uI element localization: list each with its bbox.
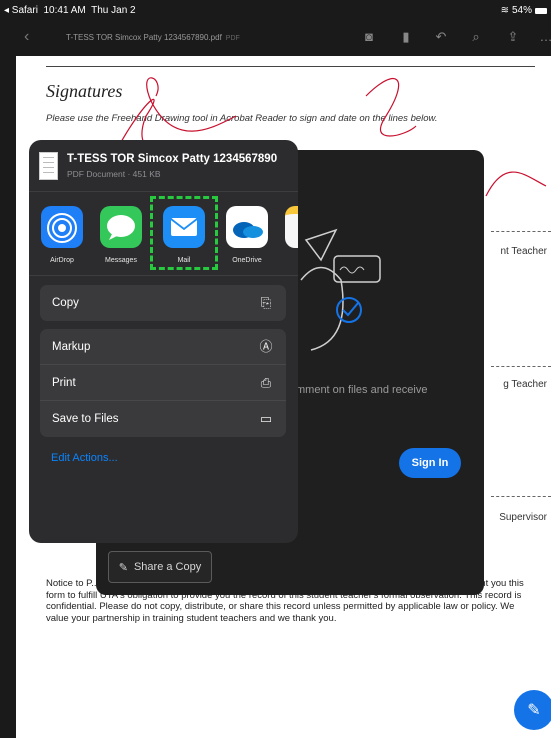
acrobat-message: mment on files and receive xyxy=(296,384,428,396)
share-a-copy-button[interactable]: ✎ Share a Copy xyxy=(108,551,212,583)
document-title: T-TESS TOR Simcox Patty 1234567890.pdf PD… xyxy=(66,33,240,42)
role-label-cooperating-teacher: g Teacher xyxy=(503,379,547,390)
folder-icon: ▭ xyxy=(259,411,273,426)
undo-icon[interactable]: ↶ xyxy=(432,29,450,47)
app-label: OneDrive xyxy=(232,257,262,264)
action-save-to-files[interactable]: Save to Files ▭ xyxy=(40,401,286,437)
pencil-icon: ✎ xyxy=(527,702,541,719)
onedrive-icon xyxy=(226,206,268,248)
status-date: Thu Jan 2 xyxy=(91,5,136,16)
notes-icon xyxy=(285,206,298,248)
app-notes[interactable] xyxy=(281,206,298,257)
messages-icon xyxy=(100,206,142,248)
role-label-teacher: nt Teacher xyxy=(500,246,547,257)
document-title-text: T-TESS TOR Simcox Patty 1234567890.pdf xyxy=(66,33,222,42)
file-type-tag: PDF xyxy=(225,35,240,42)
airdrop-icon xyxy=(41,206,83,248)
signature-line xyxy=(491,366,551,367)
camera-icon[interactable]: ◙ xyxy=(360,29,378,47)
app-messages[interactable]: Messages xyxy=(96,206,146,264)
print-icon: ⎙ xyxy=(260,375,272,390)
battery-icon xyxy=(535,7,547,14)
action-label: Copy xyxy=(52,297,79,309)
action-label: Markup xyxy=(52,340,91,353)
edit-actions-link[interactable]: Edit Actions... xyxy=(51,452,118,464)
action-copy[interactable]: Copy ⎘ xyxy=(40,285,286,321)
back-to-safari[interactable]: ◂ Safari xyxy=(4,5,38,16)
app-airdrop[interactable]: AirDrop xyxy=(37,206,87,264)
signature-instructions: Please use the Freehand Drawing tool in … xyxy=(46,113,438,124)
share-sheet-header: T-TESS TOR Simcox Patty 1234567890 PDF D… xyxy=(29,140,298,192)
share-a-copy-label: Share a Copy xyxy=(133,561,202,573)
paperclip-icon: ✎ xyxy=(118,561,128,574)
battery-percent: 54% xyxy=(511,5,532,16)
app-onedrive[interactable]: OneDrive xyxy=(222,206,272,264)
status-time: 10:41 AM xyxy=(43,5,86,16)
action-group-copy: Copy ⎘ xyxy=(40,285,286,321)
app-label: Messages xyxy=(105,257,137,264)
reader-toolbar: ‹ T-TESS TOR Simcox Patty 1234567890.pdf… xyxy=(0,22,551,56)
wifi-icon: ≋ xyxy=(500,5,509,16)
more-icon[interactable]: … xyxy=(537,29,551,47)
action-print[interactable]: Print ⎙ xyxy=(40,365,286,401)
file-name: T-TESS TOR Simcox Patty 1234567890 xyxy=(67,153,278,165)
signatures-heading: Signatures xyxy=(46,81,123,101)
search-icon[interactable]: ⌕ xyxy=(467,29,485,47)
signature-line xyxy=(491,496,551,497)
role-label-supervisor: Supervisor xyxy=(499,512,547,523)
mail-highlight-box xyxy=(150,196,218,270)
file-meta: PDF Document · 451 KB xyxy=(67,169,161,179)
copy-icon: ⎘ xyxy=(260,295,272,310)
bookmark-icon[interactable]: ▮ xyxy=(397,29,415,47)
file-thumbnail xyxy=(39,152,58,180)
action-group-main: Markup Ⓐ Print ⎙ Save to Files ▭ xyxy=(40,329,286,437)
status-left: ◂ Safari 10:41 AM Thu Jan 2 xyxy=(4,5,136,16)
app-label: AirDrop xyxy=(50,257,74,264)
back-chevron-icon[interactable]: ‹ xyxy=(24,28,29,46)
action-markup[interactable]: Markup Ⓐ xyxy=(40,329,286,365)
share-icon[interactable]: ⇪ xyxy=(504,29,522,47)
share-sheet: T-TESS TOR Simcox Patty 1234567890 PDF D… xyxy=(29,140,298,543)
illustration xyxy=(300,228,381,351)
action-label: Print xyxy=(52,376,76,389)
markup-icon: Ⓐ xyxy=(259,339,273,354)
sign-in-button[interactable]: Sign In xyxy=(399,448,461,478)
edit-pencil-button[interactable]: ✎ xyxy=(514,690,551,730)
signature-line xyxy=(491,231,551,232)
action-label: Save to Files xyxy=(52,413,119,425)
divider xyxy=(46,66,535,67)
status-right: ≋ 54% xyxy=(501,5,547,16)
status-bar: ◂ Safari 10:41 AM Thu Jan 2 ≋ 54% xyxy=(0,0,551,22)
